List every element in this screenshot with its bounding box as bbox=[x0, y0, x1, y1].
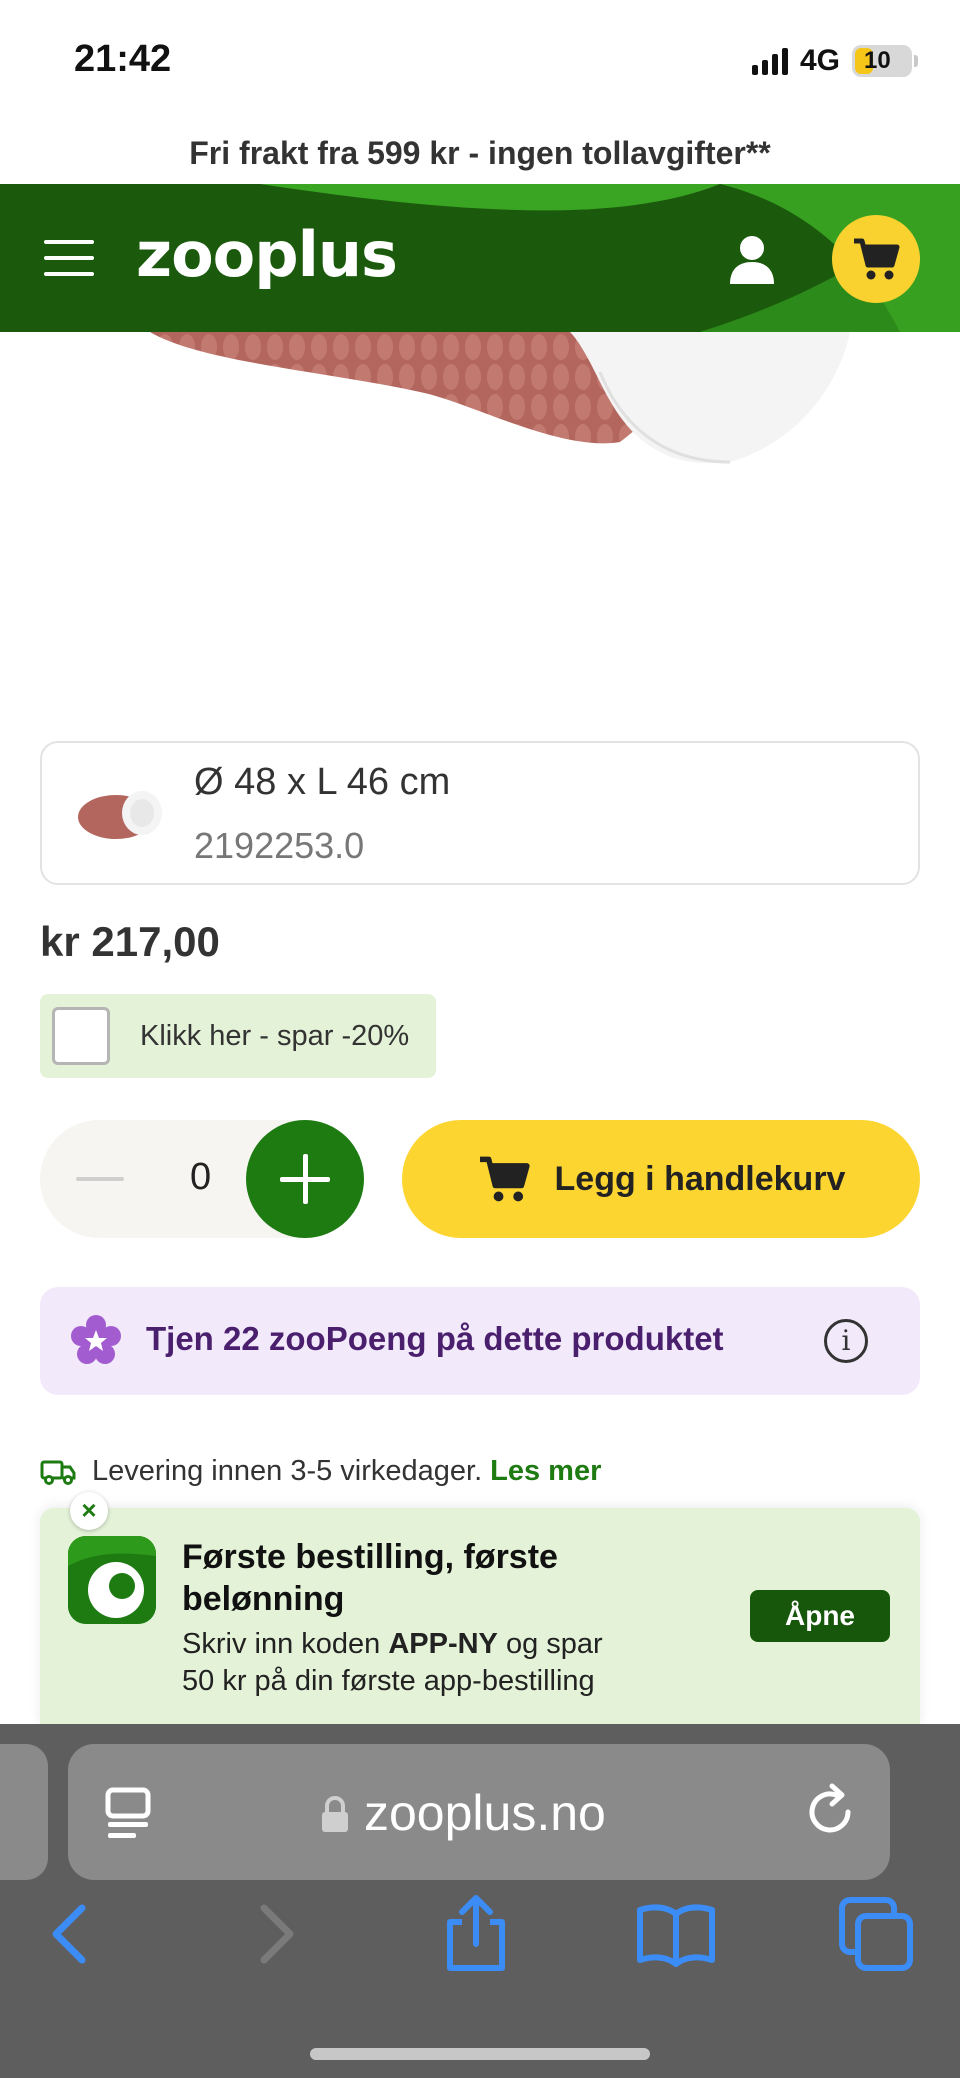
tabs-icon[interactable] bbox=[836, 1894, 916, 1974]
app-banner-title: Første bestilling, første belønning bbox=[182, 1538, 558, 1618]
promo-code: APP-NY bbox=[388, 1628, 498, 1660]
delivery-text: Levering innen 3-5 virkedager. bbox=[92, 1455, 483, 1487]
delivery-info: Levering innen 3-5 virkedager. Les mer bbox=[40, 1455, 601, 1488]
battery-icon: 10 bbox=[852, 45, 918, 77]
reload-icon[interactable] bbox=[802, 1782, 860, 1842]
user-icon[interactable] bbox=[728, 234, 776, 284]
variant-sku: 2192253.0 bbox=[194, 825, 365, 866]
zoopoints-banner: Tjen 22 zooPoeng på dette produktet i bbox=[40, 1287, 920, 1395]
decrease-quantity-button[interactable] bbox=[76, 1177, 124, 1181]
browser-toolbar: zooplus.no bbox=[0, 1724, 960, 2078]
variant-selector[interactable]: Ø 48 x L 46 cm 2192253.0 bbox=[40, 741, 920, 885]
save-label: Klikk her - spar -20% bbox=[140, 1019, 410, 1052]
status-indicators: 4G 10 bbox=[751, 44, 918, 78]
address-bar[interactable]: zooplus.no bbox=[68, 1744, 890, 1880]
flower-badge-icon bbox=[71, 1315, 121, 1364]
info-icon[interactable]: i bbox=[824, 1319, 868, 1363]
previous-tab[interactable] bbox=[0, 1744, 48, 1880]
zooplus-app-icon bbox=[68, 1536, 156, 1624]
status-bar: 21:42 4G 10 bbox=[0, 0, 960, 120]
cart-icon bbox=[854, 238, 900, 280]
variant-thumbnail bbox=[78, 791, 162, 839]
product-image[interactable] bbox=[0, 332, 960, 712]
url-text: zooplus.no bbox=[364, 1785, 606, 1841]
quantity-value[interactable]: 0 bbox=[190, 1156, 211, 1199]
bookmarks-icon[interactable] bbox=[636, 1894, 716, 1974]
lock-icon bbox=[322, 1796, 348, 1832]
shipping-promo: Fri frakt fra 599 kr - ingen tollavgifte… bbox=[189, 135, 771, 171]
browser-nav bbox=[0, 1894, 960, 1994]
hamburger-menu-icon[interactable] bbox=[44, 240, 94, 276]
battery-level: 10 bbox=[864, 47, 891, 74]
network-type: 4G bbox=[799, 44, 840, 77]
app-banner-body: Skriv inn koden APP-NY og spar 50 kr på … bbox=[182, 1628, 603, 1697]
increase-quantity-button[interactable] bbox=[246, 1120, 364, 1238]
share-icon[interactable] bbox=[436, 1894, 516, 1974]
header-cart-button[interactable] bbox=[832, 215, 920, 303]
product-price: kr 217,00 bbox=[40, 918, 220, 965]
save-checkbox[interactable] bbox=[52, 1007, 110, 1065]
close-banner-icon[interactable]: × bbox=[70, 1492, 108, 1530]
status-time: 21:42 bbox=[74, 38, 172, 80]
zoopoints-text: Tjen 22 zooPoeng på dette produktet bbox=[146, 1320, 724, 1357]
site-header: zooplus bbox=[0, 184, 960, 332]
add-to-cart-button[interactable]: Legg i handlekurv bbox=[402, 1120, 920, 1238]
app-promo-banner: × Første bestilling, første belønning Sk… bbox=[40, 1492, 920, 1726]
back-icon[interactable] bbox=[30, 1894, 110, 1974]
cart-icon bbox=[479, 1156, 530, 1202]
truck-icon bbox=[40, 1460, 76, 1485]
zooplus-logo[interactable]: zooplus bbox=[136, 218, 398, 291]
reader-mode-icon[interactable] bbox=[104, 1786, 152, 1840]
forward-icon[interactable] bbox=[236, 1894, 316, 1974]
read-more-link[interactable]: Les mer bbox=[490, 1455, 601, 1488]
subscribe-save-option[interactable]: Klikk her - spar -20% bbox=[40, 994, 436, 1078]
quantity-stepper: 0 bbox=[40, 1120, 364, 1238]
open-app-button[interactable]: Åpne bbox=[750, 1590, 890, 1642]
variant-size: Ø 48 x L 46 cm bbox=[194, 761, 451, 803]
add-to-cart-label: Legg i handlekurv bbox=[554, 1159, 846, 1198]
signal-icon bbox=[751, 47, 788, 75]
home-indicator[interactable] bbox=[310, 2048, 650, 2060]
